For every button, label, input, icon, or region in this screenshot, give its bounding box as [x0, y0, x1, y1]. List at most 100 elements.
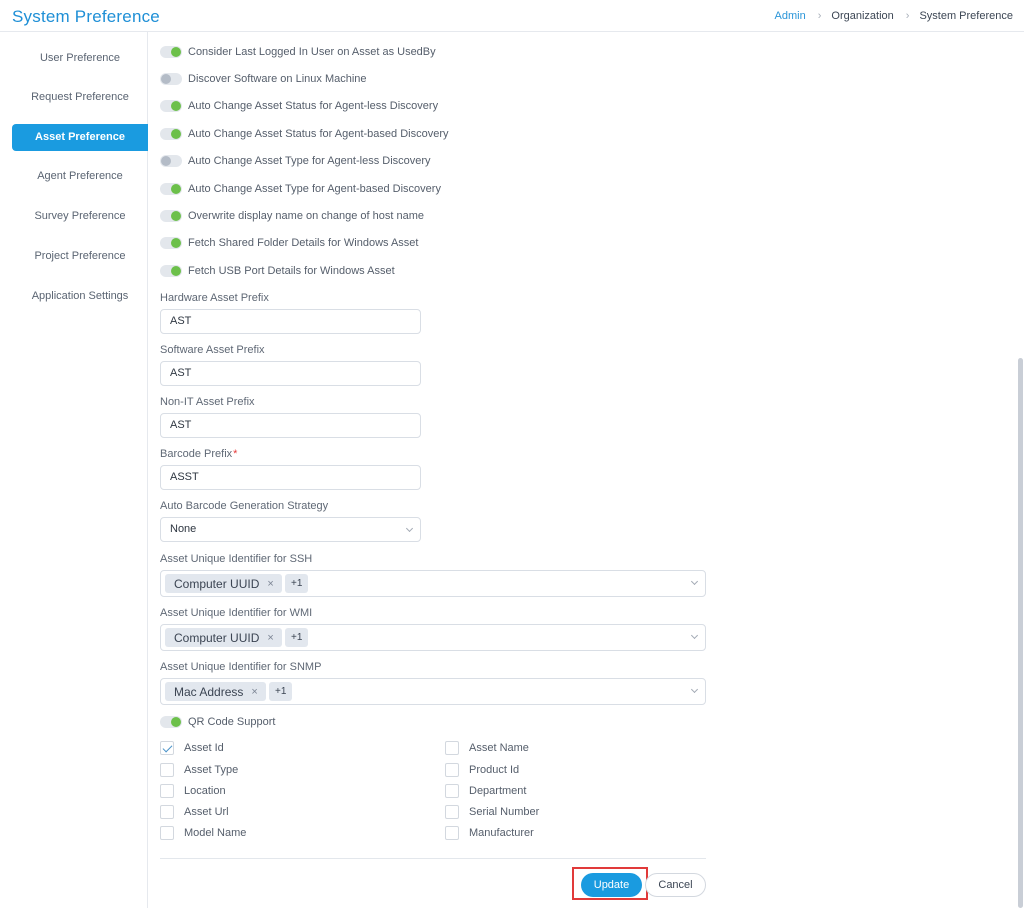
- more-count-badge: +1: [285, 628, 309, 647]
- barcode-prefix-label-text: Barcode Prefix: [160, 448, 233, 460]
- breadcrumb-organization[interactable]: Organization: [831, 10, 893, 22]
- snmp-identifier-label: Asset Unique Identifier for SNMP: [160, 661, 322, 673]
- toggle-row: Discover Software on Linux Machine: [160, 71, 367, 87]
- qr-field-option: Serial Number: [445, 804, 539, 820]
- sidebar-item-project-preference[interactable]: Project Preference: [12, 243, 148, 270]
- toggle-label: Auto Change Asset Type for Agent-based D…: [188, 183, 441, 195]
- checkbox-label: Manufacturer: [469, 827, 534, 839]
- asset-name-checkbox[interactable]: [445, 741, 459, 755]
- chevron-down-icon: [405, 524, 414, 533]
- discover-software-linux-toggle[interactable]: [160, 73, 182, 85]
- nonit-prefix-input[interactable]: AST: [160, 413, 421, 438]
- toggle-label: Consider Last Logged In User on Asset as…: [188, 46, 436, 58]
- toggle-label: Fetch Shared Folder Details for Windows …: [188, 237, 419, 249]
- asset-type-checkbox[interactable]: [160, 763, 174, 777]
- sidebar-item-application-settings[interactable]: Application Settings: [12, 283, 148, 310]
- update-button[interactable]: Update: [581, 873, 642, 897]
- qr-field-option: Product Id: [445, 762, 519, 778]
- model-name-checkbox[interactable]: [160, 826, 174, 840]
- more-count-badge: +1: [269, 682, 293, 701]
- asset-url-checkbox[interactable]: [160, 805, 174, 819]
- manufacturer-checkbox[interactable]: [445, 826, 459, 840]
- qr-field-option: Department: [445, 783, 526, 799]
- toggle-row: QR Code Support: [160, 714, 275, 730]
- breadcrumb-admin[interactable]: Admin: [775, 10, 806, 22]
- checkbox-label: Serial Number: [469, 806, 540, 818]
- toggle-row: Auto Change Asset Type for Agent-based D…: [160, 181, 441, 197]
- sidebar-item-user-preference[interactable]: User Preference: [12, 45, 148, 72]
- asset-id-checkbox[interactable]: [160, 741, 174, 755]
- barcode-prefix-input[interactable]: ASST: [160, 465, 421, 490]
- toggle-label: Fetch USB Port Details for Windows Asset: [188, 265, 395, 277]
- checkbox-label: Department: [469, 785, 527, 797]
- consider-last-logged-user-toggle[interactable]: [160, 46, 182, 58]
- toggle-row: Fetch Shared Folder Details for Windows …: [160, 235, 418, 251]
- barcode-prefix-label: Barcode Prefix*: [160, 448, 237, 460]
- sidebar-item-request-preference[interactable]: Request Preference: [12, 84, 148, 111]
- qr-field-option: Asset Name: [445, 740, 529, 756]
- toggle-row: Auto Change Asset Status for Agent-based…: [160, 126, 448, 142]
- qr-field-option: Asset Type: [160, 762, 238, 778]
- toggle-label: Auto Change Asset Type for Agent-less Di…: [188, 155, 431, 167]
- wmi-identifier-label: Asset Unique Identifier for WMI: [160, 607, 313, 619]
- location-checkbox[interactable]: [160, 784, 174, 798]
- barcode-strategy-select[interactable]: None: [160, 517, 421, 542]
- chevron-right-icon: ›: [817, 10, 822, 22]
- auto-change-type-agentless-toggle[interactable]: [160, 155, 182, 167]
- selected-tag: Computer UUID ×: [165, 628, 282, 647]
- sidebar-item-survey-preference[interactable]: Survey Preference: [12, 203, 148, 230]
- software-prefix-input[interactable]: AST: [160, 361, 421, 386]
- toggle-row: Auto Change Asset Status for Agent-less …: [160, 98, 438, 114]
- qr-code-support-toggle[interactable]: [160, 716, 182, 728]
- selected-tag: Computer UUID ×: [165, 574, 282, 593]
- qr-field-option: Asset Id: [160, 740, 224, 756]
- checkbox-label: Asset Type: [184, 764, 239, 776]
- sidebar: User Preference Request Preference Asset…: [0, 32, 148, 908]
- auto-change-status-agentbased-toggle[interactable]: [160, 128, 182, 140]
- qr-field-option: Model Name: [160, 825, 246, 841]
- more-count-badge: +1: [285, 574, 309, 593]
- qr-field-option: Location: [160, 783, 226, 799]
- checkbox-label: Asset Name: [469, 742, 529, 754]
- checkbox-label: Product Id: [469, 764, 520, 776]
- close-icon[interactable]: ×: [267, 578, 273, 590]
- cancel-button[interactable]: Cancel: [645, 873, 706, 897]
- toggle-label: Auto Change Asset Status for Agent-less …: [188, 100, 439, 112]
- serial-number-checkbox[interactable]: [445, 805, 459, 819]
- ssh-identifier-label: Asset Unique Identifier for SSH: [160, 553, 313, 565]
- checkbox-label: Location: [184, 785, 226, 797]
- hardware-prefix-label: Hardware Asset Prefix: [160, 292, 269, 304]
- chevron-down-icon: [690, 631, 699, 640]
- toggle-label: Auto Change Asset Status for Agent-based…: [188, 128, 449, 140]
- breadcrumb-system-preference: System Preference: [919, 10, 1013, 22]
- product-id-checkbox[interactable]: [445, 763, 459, 777]
- hardware-prefix-input[interactable]: AST: [160, 309, 421, 334]
- sidebar-item-agent-preference[interactable]: Agent Preference: [12, 163, 148, 190]
- qr-field-option: Asset Url: [160, 804, 229, 820]
- auto-change-status-agentless-toggle[interactable]: [160, 100, 182, 112]
- checkbox-label: Asset Url: [184, 806, 229, 818]
- close-icon[interactable]: ×: [267, 632, 273, 644]
- fetch-shared-folder-toggle[interactable]: [160, 237, 182, 249]
- ssh-identifier-select[interactable]: Computer UUID × +1: [160, 570, 706, 597]
- toggle-row: Overwrite display name on change of host…: [160, 208, 424, 224]
- snmp-identifier-select[interactable]: Mac Address × +1: [160, 678, 706, 705]
- form-divider: [160, 858, 706, 859]
- overwrite-display-name-toggle[interactable]: [160, 210, 182, 222]
- fetch-usb-port-toggle[interactable]: [160, 265, 182, 277]
- scrollbar-thumb[interactable]: [1018, 358, 1023, 908]
- close-icon[interactable]: ×: [251, 686, 257, 698]
- barcode-strategy-label: Auto Barcode Generation Strategy: [160, 500, 329, 512]
- breadcrumb: Admin › Organization › System Preference: [775, 10, 1013, 22]
- checkbox-label: Asset Id: [184, 742, 224, 754]
- sidebar-item-asset-preference[interactable]: Asset Preference: [12, 124, 148, 151]
- department-checkbox[interactable]: [445, 784, 459, 798]
- wmi-identifier-select[interactable]: Computer UUID × +1: [160, 624, 706, 651]
- auto-change-type-agentbased-toggle[interactable]: [160, 183, 182, 195]
- software-prefix-label: Software Asset Prefix: [160, 344, 265, 356]
- chevron-down-icon: [690, 685, 699, 694]
- barcode-strategy-value: None: [170, 523, 197, 535]
- tag-label: Computer UUID: [174, 630, 260, 645]
- nonit-prefix-label: Non-IT Asset Prefix: [160, 396, 255, 408]
- toggle-row: Auto Change Asset Type for Agent-less Di…: [160, 153, 431, 169]
